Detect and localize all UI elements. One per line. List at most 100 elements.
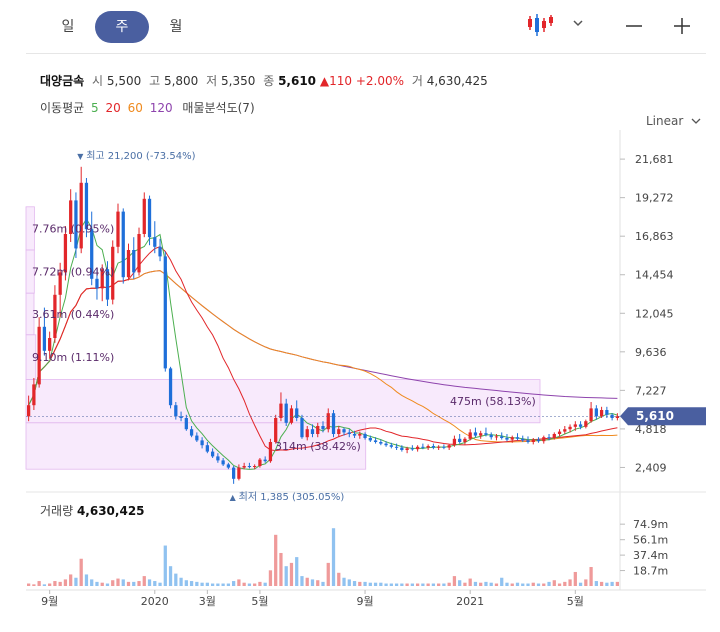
volume-bar	[158, 582, 162, 586]
volume-bar	[90, 579, 94, 586]
price-chart[interactable]: 21,681 19,272 16,863 14,454 12,045 9,636 7,227…	[0, 0, 720, 632]
candle-body	[232, 467, 236, 479]
candle-body	[599, 410, 604, 417]
candle-body	[32, 384, 36, 406]
volume-bar	[400, 583, 404, 586]
volume-bar	[242, 582, 246, 586]
candle-body	[326, 413, 330, 430]
candle-body	[531, 439, 535, 442]
volume-bar	[142, 576, 146, 586]
candle-body	[373, 440, 378, 442]
candle-body	[452, 438, 457, 446]
candle-body	[573, 424, 577, 427]
candle-body	[463, 438, 467, 442]
candle-body	[415, 446, 420, 450]
candle-body	[405, 448, 409, 450]
high-annotation: 최고 21,200 (-73.54%)	[86, 150, 195, 162]
y-tick-label: 21,681	[635, 153, 674, 166]
volume-bar	[500, 577, 504, 586]
volume-bar	[221, 583, 225, 586]
volume-bar	[79, 558, 83, 586]
candle-body	[184, 418, 188, 430]
volume-profile-label: 9.10m (1.11%)	[32, 351, 114, 364]
volume-bar	[426, 583, 430, 586]
candle-body	[384, 443, 388, 446]
volume-bar	[210, 583, 215, 586]
volume-bar	[100, 582, 104, 586]
candle-body	[316, 426, 320, 434]
current-price-label: 5,610	[636, 409, 674, 423]
volume-bar	[363, 581, 367, 586]
volume-bar	[563, 581, 567, 586]
candle-body	[368, 438, 372, 441]
volume-bar	[237, 579, 241, 586]
volume-bar	[505, 582, 509, 586]
candle-body	[95, 278, 99, 289]
volume-bar	[279, 552, 283, 586]
y-tick-label: 14,454	[635, 269, 674, 282]
volume-bar	[479, 582, 483, 586]
candle-body	[321, 426, 325, 430]
volume-bar	[337, 572, 341, 586]
volume-bar	[226, 583, 231, 586]
volume-bar	[168, 566, 173, 586]
volume-bar	[121, 579, 125, 586]
volume-bar	[447, 582, 451, 586]
candle-body	[510, 437, 514, 440]
volume-tick-label: 37.4m	[633, 549, 668, 562]
volume-bar	[295, 557, 299, 586]
candle-body	[389, 445, 393, 447]
candle-body	[48, 338, 52, 351]
volume-bar	[63, 579, 68, 586]
candle-body	[447, 445, 451, 448]
candle-body	[226, 464, 231, 468]
volume-bar	[258, 581, 262, 586]
candle-body	[557, 431, 562, 434]
volume-bar	[394, 583, 399, 586]
candle-body	[284, 403, 288, 423]
volume-bar	[431, 583, 436, 586]
volume-tick-label: 74.9m	[633, 518, 668, 531]
volume-bar	[216, 583, 220, 586]
candle-body	[536, 439, 541, 442]
candle-body	[137, 234, 141, 273]
volume-bar	[373, 582, 378, 586]
volume-bar	[184, 580, 188, 586]
candle-body	[426, 446, 430, 448]
candle-body	[421, 446, 425, 448]
volume-bar	[132, 581, 136, 586]
volume-bar	[536, 583, 541, 586]
candle-body	[473, 432, 478, 436]
candle-body	[578, 424, 583, 427]
volume-bar	[232, 581, 236, 586]
candle-body	[594, 408, 598, 417]
candle-body	[484, 433, 488, 435]
volume-bar	[552, 580, 556, 586]
candle-body	[168, 368, 173, 406]
low-annotation: 최저 1,385 (305.05%)	[239, 491, 345, 503]
volume-bar	[452, 576, 457, 586]
candle-body	[442, 446, 446, 448]
volume-bar	[284, 566, 288, 586]
volume-bar	[310, 579, 315, 586]
volume-bar	[615, 581, 620, 586]
candle-body	[142, 198, 146, 234]
candle-body	[263, 459, 267, 462]
volume-bar	[74, 577, 78, 586]
candle-body	[337, 429, 341, 434]
volume-bar	[174, 573, 178, 586]
volume-bar	[326, 562, 330, 586]
volume-bar	[494, 583, 499, 586]
x-tick-label: 5월	[251, 595, 268, 608]
volume-bar	[105, 583, 110, 586]
volume-bar	[589, 567, 593, 586]
volume-bar	[58, 581, 62, 586]
candle-body	[437, 446, 441, 448]
candle-body	[584, 421, 588, 427]
candle-body	[352, 434, 357, 436]
candle-body	[42, 326, 47, 351]
volume-bar	[547, 581, 551, 586]
volume-bar	[358, 581, 362, 586]
candle-body	[195, 435, 199, 441]
volume-bar	[568, 579, 572, 586]
